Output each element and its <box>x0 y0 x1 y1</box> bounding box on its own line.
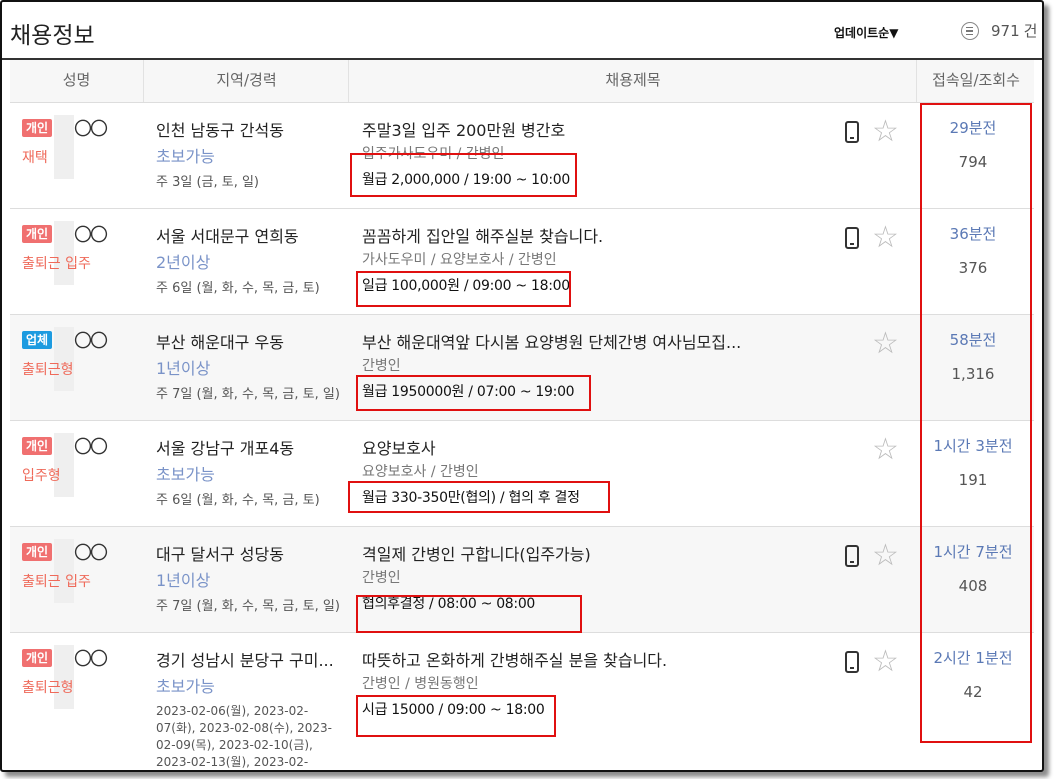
mobile-phone-icon <box>845 121 859 143</box>
schedule-text: 2023-02-06(월), 2023-02-07(화), 2023-02-08… <box>156 704 332 769</box>
job-category: 가사도우미 / 요양보호사 / 간병인 <box>362 252 557 268</box>
star-icon[interactable]: ☆ <box>872 647 899 677</box>
experience-text: 초보가능 <box>156 465 215 484</box>
job-title-link[interactable]: 주말3일 입주 200만원 병간호 <box>362 117 565 141</box>
type-badge: 개인 <box>22 649 52 667</box>
schedule-text: 주 6일 (월, 화, 수, 목, 금, 토) <box>156 281 320 296</box>
region-text: 경기 성남시 분당구 구미... <box>156 651 334 670</box>
star-icon[interactable]: ☆ <box>872 117 899 147</box>
type-badge: 개인 <box>22 119 52 137</box>
job-title-link[interactable]: 따뜻하고 온화하게 간병해주실 분을 찾습니다. <box>362 647 667 671</box>
experience-text: 1년이상 <box>156 571 211 590</box>
count-value: 971 <box>991 21 1020 40</box>
work-type: 출퇴근 입주 <box>22 574 91 590</box>
highlight-box <box>356 595 582 633</box>
star-icon[interactable]: ☆ <box>872 435 899 465</box>
region-text: 부산 해운대구 우동 <box>156 333 284 352</box>
work-type: 출퇴근형 <box>22 680 74 696</box>
poster-name: 〇〇 <box>74 543 108 564</box>
column-header-region: 지역/경력 <box>143 60 349 102</box>
job-title-link[interactable]: 꼼꼼하게 집안일 해주실분 찾습니다. <box>362 223 603 247</box>
poster-name: 〇〇 <box>74 331 108 352</box>
type-badge: 개인 <box>22 543 52 561</box>
column-header-name: 성명 <box>62 71 91 89</box>
job-title-link[interactable]: 요양보호사 <box>362 435 436 459</box>
job-title-link[interactable]: 격일제 간병인 구합니다(입주가능) <box>362 541 591 565</box>
highlight-box <box>356 271 571 307</box>
table-row[interactable]: 개인 〇〇 입주형 서울 강남구 개포4동 초보가능 주 6일 (월, 화, 수… <box>10 421 1034 527</box>
list-icon[interactable] <box>961 21 979 40</box>
type-badge: 개인 <box>22 437 52 455</box>
work-type: 출퇴근 입주 <box>22 256 91 272</box>
star-icon[interactable]: ☆ <box>872 223 899 253</box>
table-header: 성명 지역/경력 채용제목 접속일/조회수 <box>10 60 1034 103</box>
schedule-text: 주 7일 (월, 화, 수, 목, 금, 토, 일) <box>156 387 340 402</box>
poster-name: 〇〇 <box>74 437 108 458</box>
job-category: 간병인 / 병원동행인 <box>362 676 479 692</box>
work-type: 출퇴근형 <box>22 362 74 378</box>
type-badge: 업체 <box>22 331 52 349</box>
region-text: 인천 남동구 간석동 <box>156 121 284 140</box>
experience-text: 1년이상 <box>156 359 211 378</box>
mobile-phone-icon <box>845 651 859 673</box>
name-mask <box>54 115 74 179</box>
experience-text: 2년이상 <box>156 253 211 272</box>
poster-name: 〇〇 <box>74 119 108 140</box>
region-text: 서울 서대문구 연희동 <box>156 227 299 246</box>
column-header-title: 채용제목 <box>348 60 917 102</box>
job-listing-window: 채용정보 업데이트순▼ 971 건 성명 지역/경력 채용제목 접속일/조회수 … <box>0 0 1044 772</box>
mobile-phone-icon <box>845 227 859 249</box>
table-row[interactable]: 개인 〇〇 출퇴근형 경기 성남시 분당구 구미... 초보가능 2023-02… <box>10 633 1034 770</box>
job-category: 요양보호사 / 간병인 <box>362 464 479 480</box>
page-title: 채용정보 <box>10 23 95 49</box>
job-category: 간병인 <box>362 358 401 374</box>
table-row[interactable]: 개인 〇〇 출퇴근 입주 서울 서대문구 연희동 2년이상 주 6일 (월, 화… <box>10 209 1034 315</box>
star-icon[interactable]: ☆ <box>872 329 899 359</box>
table-row[interactable]: 개인 〇〇 재택 인천 남동구 간석동 초보가능 주 3일 (금, 토, 일) … <box>10 103 1034 209</box>
highlight-box <box>350 153 577 197</box>
access-time-highlight-box <box>920 103 1032 743</box>
count-unit: 건 <box>1023 22 1038 40</box>
sort-dropdown[interactable]: 업데이트순▼ <box>834 24 898 41</box>
experience-text: 초보가능 <box>156 677 215 696</box>
column-header-access: 접속일/조회수 <box>916 60 1035 102</box>
mobile-phone-icon <box>845 545 859 567</box>
job-category: 간병인 <box>362 570 401 586</box>
result-count: 971 건 <box>961 20 1037 41</box>
schedule-text: 주 7일 (월, 화, 수, 목, 금, 토, 일) <box>156 599 340 614</box>
table-row[interactable]: 업체 〇〇 출퇴근형 부산 해운대구 우동 1년이상 주 7일 (월, 화, 수… <box>10 315 1034 421</box>
schedule-text: 주 6일 (월, 화, 수, 목, 금, 토) <box>156 493 320 508</box>
schedule-text: 주 3일 (금, 토, 일) <box>156 175 260 190</box>
type-badge: 개인 <box>22 225 52 243</box>
work-type: 입주형 <box>22 468 61 484</box>
job-title-link[interactable]: 부산 해운대역앞 다시봄 요양병원 단체간병 여사님모집... <box>362 329 741 353</box>
table-row[interactable]: 개인 〇〇 출퇴근 입주 대구 달서구 성당동 1년이상 주 7일 (월, 화,… <box>10 527 1034 633</box>
star-icon[interactable]: ☆ <box>872 541 899 571</box>
poster-name: 〇〇 <box>74 225 108 246</box>
region-text: 대구 달서구 성당동 <box>156 545 284 564</box>
highlight-box <box>356 695 556 737</box>
highlight-box <box>356 375 591 411</box>
highlight-box <box>348 481 610 513</box>
header-bar: 채용정보 업데이트순▼ 971 건 <box>2 2 1042 60</box>
region-text: 서울 강남구 개포4동 <box>156 439 295 458</box>
poster-name: 〇〇 <box>74 649 108 670</box>
work-type: 재택 <box>22 150 48 166</box>
experience-text: 초보가능 <box>156 147 215 166</box>
